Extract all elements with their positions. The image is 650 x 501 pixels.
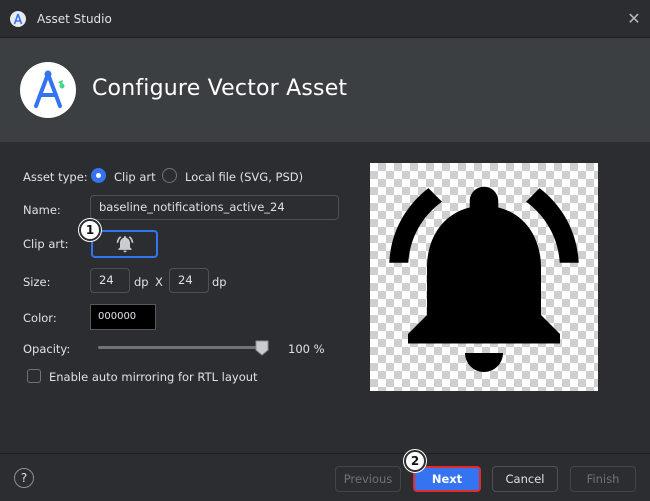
asset-type-clip-art-radio[interactable] bbox=[91, 168, 106, 183]
clip-art-button[interactable] bbox=[91, 230, 158, 258]
size-width-unit: dp bbox=[134, 275, 149, 289]
rtl-mirroring-label: Enable auto mirroring for RTL layout bbox=[49, 370, 258, 384]
title-bar: Asset Studio ✕ bbox=[0, 0, 650, 38]
android-studio-logo-icon bbox=[20, 62, 76, 118]
header-banner: Configure Vector Asset bbox=[0, 38, 650, 142]
asset-type-label: Asset type: bbox=[23, 170, 88, 184]
asset-type-clip-art-label: Clip art bbox=[114, 170, 156, 184]
opacity-slider-thumb[interactable] bbox=[255, 340, 269, 356]
size-height-unit: dp bbox=[212, 275, 227, 289]
finish-button[interactable]: Finish bbox=[570, 466, 636, 492]
asset-type-local-file-label: Local file (SVG, PSD) bbox=[185, 170, 304, 184]
page-title: Configure Vector Asset bbox=[92, 76, 348, 101]
close-icon[interactable]: ✕ bbox=[624, 9, 644, 29]
name-input[interactable]: baseline_notifications_active_24 bbox=[90, 195, 339, 220]
clip-art-label: Clip art: bbox=[23, 237, 69, 251]
color-label: Color: bbox=[23, 311, 57, 325]
color-picker[interactable]: 000000 bbox=[90, 304, 156, 330]
size-separator: X bbox=[155, 275, 163, 289]
asset-type-local-file-radio[interactable] bbox=[162, 168, 177, 183]
step-marker-1: 1 bbox=[79, 219, 101, 241]
android-studio-icon bbox=[10, 11, 26, 27]
previous-button[interactable]: Previous bbox=[335, 466, 401, 492]
size-height-input[interactable]: 24 bbox=[169, 268, 209, 293]
icon-preview bbox=[370, 163, 598, 391]
rtl-mirroring-checkbox[interactable] bbox=[27, 369, 41, 383]
opacity-value: 100 % bbox=[288, 342, 325, 356]
step-marker-2: 2 bbox=[404, 450, 426, 472]
opacity-label: Opacity: bbox=[23, 342, 71, 356]
help-icon[interactable]: ? bbox=[14, 468, 34, 488]
notifications-active-icon bbox=[116, 236, 133, 253]
next-button[interactable]: Next bbox=[413, 466, 481, 492]
cancel-button[interactable]: Cancel bbox=[492, 466, 558, 492]
size-label: Size: bbox=[23, 275, 51, 289]
window-title: Asset Studio bbox=[37, 12, 112, 26]
opacity-slider-track[interactable] bbox=[98, 346, 268, 349]
size-width-input[interactable]: 24 bbox=[90, 268, 130, 293]
notifications-active-icon bbox=[389, 186, 579, 372]
name-label: Name: bbox=[23, 203, 61, 217]
